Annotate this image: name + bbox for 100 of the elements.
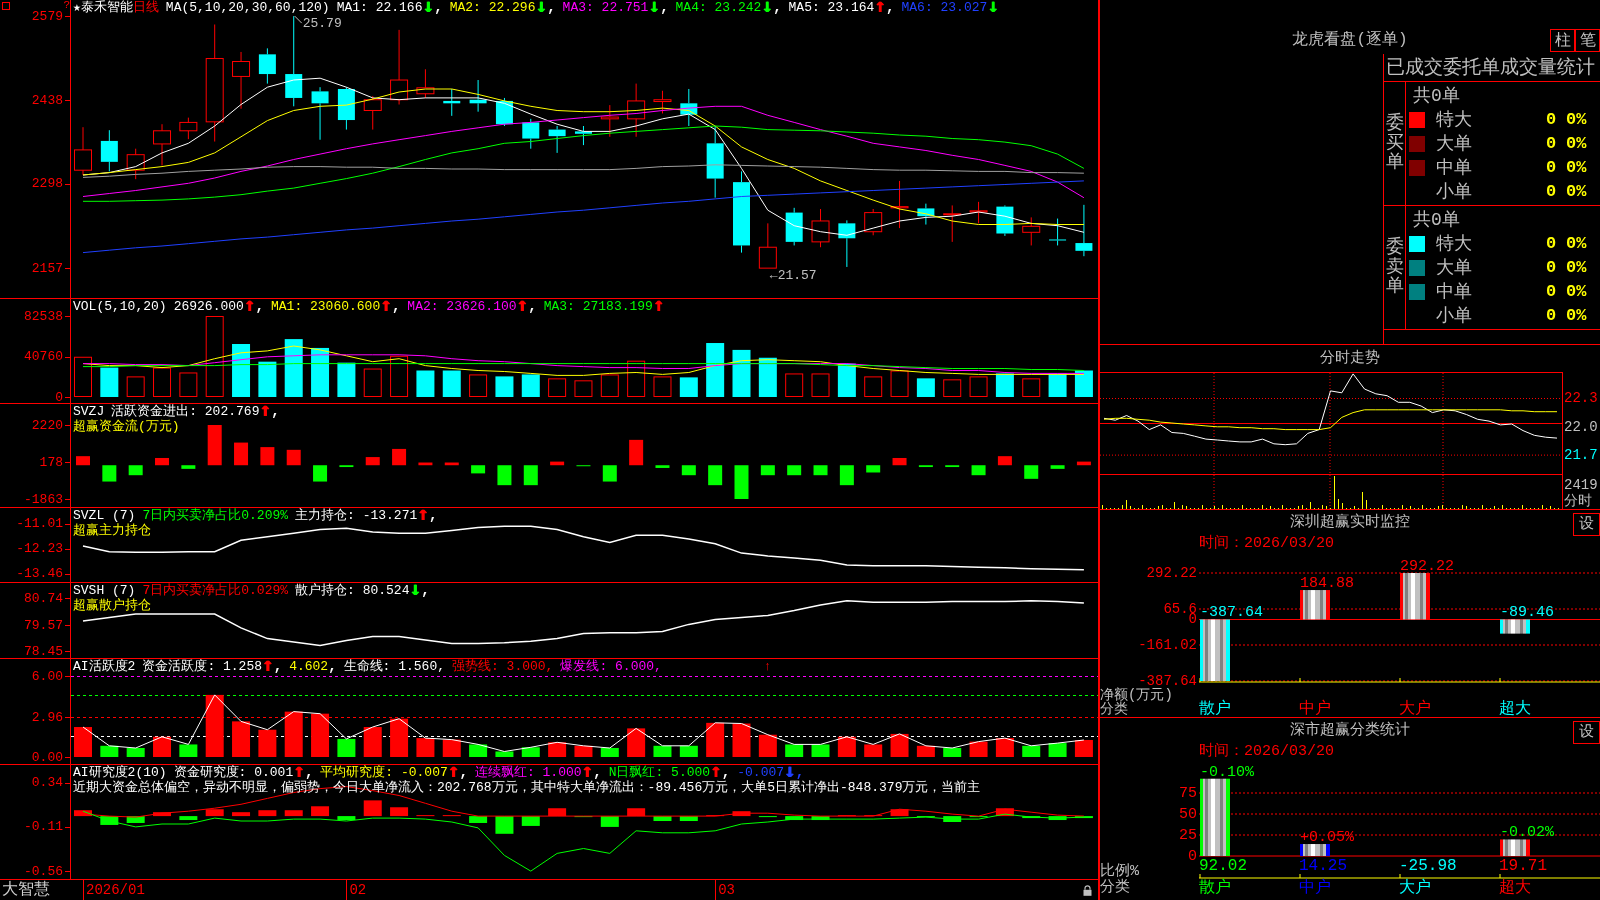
value-label: 184.88 [1300, 575, 1354, 593]
order-percent: 0% [1566, 306, 1588, 326]
timestamp: 时间：2026/03/20 [1199, 744, 1334, 760]
category-label: 超大 [1499, 701, 1532, 717]
date-label: 02 [349, 881, 367, 900]
order-percent: 0% [1566, 182, 1588, 202]
order-count: 0 [1544, 134, 1558, 154]
indicator-value: 4.602 [289, 659, 329, 674]
price-label: 25.79 [302, 16, 342, 32]
price-label: ←21.57 [769, 268, 817, 284]
axis-title: 净额(万元) [1100, 688, 1174, 702]
separator: , [255, 299, 264, 314]
separator: , [328, 659, 337, 674]
axis-label: -12.23 [16, 542, 63, 556]
trend-arrow: ↑ [243, 299, 256, 314]
order-count: 0 [1544, 234, 1558, 254]
indicator-value: 活跃资金进出: 202.769 [111, 404, 260, 419]
indicator-value: 散户持仓: 80.524 [295, 583, 410, 598]
indicator-value: MA4: 23.242 [675, 0, 762, 15]
order-size-label: 特大 [1436, 234, 1473, 254]
indicator-value: MA6: 23.027 [901, 0, 988, 15]
axis-label: 22.3 [1564, 391, 1598, 406]
order-total: 共0单 [1413, 86, 1460, 106]
indicator-value: MA3: 22.751 [562, 0, 649, 15]
separator: , [421, 583, 430, 598]
axis-label: -161.02 [1138, 638, 1197, 652]
indicator-title: VOL(5,10,20) [73, 299, 167, 314]
indicator-value: 爆发线: 6.000, [560, 659, 662, 674]
separator: , [391, 299, 401, 314]
axis-caption: 分时 [1563, 493, 1593, 509]
order-size-label: 大单 [1436, 134, 1473, 154]
indicator-value: MA2: 23626.100 [407, 299, 517, 314]
trend-arrow: ↓ [648, 0, 661, 15]
axis-label: 82538 [24, 309, 63, 323]
trend-arrow: ↑ [447, 765, 460, 780]
indicator-value: MA3: 27183.199 [543, 299, 653, 314]
order-size-label: 小单 [1436, 182, 1473, 202]
axis-label: 178 [39, 455, 63, 469]
separator: , [304, 765, 314, 780]
axis-label: 0 [55, 390, 63, 404]
stock-name: ★泰禾智能 [73, 0, 133, 15]
axis-label: -1863 [24, 492, 63, 506]
separator: , [795, 765, 805, 780]
indicator-value: MA2: 22.296 [449, 0, 536, 15]
separator: , [593, 765, 602, 780]
change-label: -0.02% [1500, 824, 1554, 842]
axis-label: -0.56 [24, 864, 63, 878]
axis-label: 22.0 [1564, 419, 1598, 434]
axis-label: 292.22 [1146, 566, 1197, 580]
separator: , [528, 299, 537, 314]
axis-label: 2419 [1563, 477, 1599, 493]
indicator-title: MA(5,10,20,30,60,120) [165, 0, 330, 15]
indicator-value: MA1: 22.166 [336, 0, 423, 15]
order-size-label: 小单 [1436, 306, 1473, 326]
separator: , [429, 508, 438, 523]
trend-arrow: ↑ [417, 508, 429, 523]
trend-arrow: ↑ [710, 765, 722, 780]
order-size-label: 大单 [1436, 258, 1473, 278]
separator: , [886, 0, 895, 15]
axis-label: 2.96 [31, 710, 63, 724]
order-count: 0 [1544, 110, 1558, 130]
separator: , [721, 765, 731, 780]
order-count: 0 [1544, 258, 1558, 278]
axis-label: -11.01 [16, 517, 63, 531]
axis-label: 2579 [31, 9, 63, 23]
timestamp: 时间：2026/03/20 [1199, 536, 1334, 552]
indicator-value: N日飘红: 5.000 [608, 765, 711, 780]
axis-label: 75 [1179, 786, 1197, 800]
indicator-title: SVZJ [73, 404, 105, 419]
trend-arrow: ↓ [535, 0, 548, 15]
indicator-title: SVSH (7) [73, 583, 136, 598]
axis-label: 40760 [24, 350, 63, 364]
signal-arrow: ↑ [763, 659, 772, 674]
change-label: +0.05% [1300, 829, 1354, 847]
date-label: 2026/01 [86, 881, 145, 900]
axis-label: 2438 [31, 93, 63, 107]
axis-label: 78.45 [24, 644, 63, 658]
indicator-value: 7日内买卖净占比0.029% [142, 583, 289, 598]
panel-title: 深圳超赢实时监控 [1290, 514, 1410, 532]
change-label: -0.10% [1200, 763, 1254, 781]
order-total: 共0单 [1413, 210, 1460, 230]
value-label: -387.64 [1200, 604, 1263, 622]
trend-arrow: ↓ [409, 583, 422, 598]
order-percent: 0% [1566, 258, 1588, 278]
trend-arrow: ↓ [784, 765, 796, 780]
axis-label: 0.34 [31, 776, 63, 790]
category-label: 中户 [1299, 701, 1332, 717]
indicator-value: -0.007 [737, 765, 785, 780]
axis-label: -13.46 [16, 567, 63, 580]
indicator-value: MA5: 23.164 [788, 0, 875, 15]
separator: , [459, 765, 468, 780]
indicator-value: 资金研究度: 0.001 [173, 765, 294, 780]
order-percent: 0% [1566, 234, 1588, 254]
indicator-value: 连续飘红: 1.000 [474, 765, 582, 780]
axis-label: 2220 [31, 418, 63, 432]
order-count: 0 [1544, 158, 1558, 178]
table-title: 已成交委托单成交量统计 [1386, 56, 1595, 79]
axis-label: 21.7 [1564, 448, 1598, 463]
indicator-caption: 超赢资金流(万元) [73, 419, 180, 434]
indicator-title: AI活跃度2 [73, 659, 136, 674]
